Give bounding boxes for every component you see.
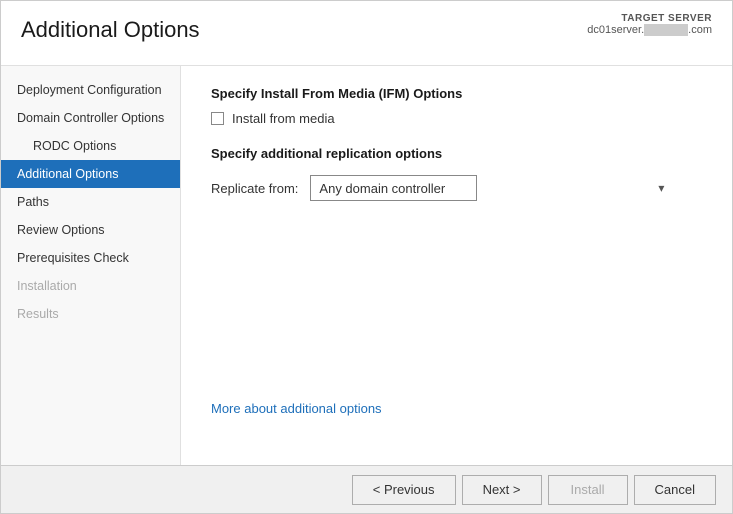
ifm-section-title: Specify Install From Media (IFM) Options [211, 86, 702, 101]
install-button: Install [548, 475, 628, 505]
page-title: Additional Options [21, 17, 200, 43]
more-about-additional-options-link[interactable]: More about additional options [211, 401, 382, 416]
next-button[interactable]: Next > [462, 475, 542, 505]
sidebar-item-installation: Installation [1, 272, 180, 300]
replicate-from-select[interactable]: Any domain controller Specific domain co… [310, 175, 477, 201]
target-server-value: dc01server.xxxxxxxx.com [587, 24, 712, 36]
target-server-label: TARGET SERVER [587, 13, 712, 24]
sidebar-item-domain-controller-options[interactable]: Domain Controller Options [1, 104, 180, 132]
cancel-button[interactable]: Cancel [634, 475, 716, 505]
install-from-media-row: Install from media [211, 111, 702, 126]
sidebar-item-additional-options[interactable]: Additional Options [1, 160, 180, 188]
install-from-media-checkbox[interactable] [211, 112, 224, 125]
header: Additional Options TARGET SERVER dc01ser… [1, 1, 732, 66]
sidebar-item-paths[interactable]: Paths [1, 188, 180, 216]
sidebar: Deployment Configuration Domain Controll… [1, 66, 181, 465]
body-container: Deployment Configuration Domain Controll… [1, 66, 732, 465]
previous-button[interactable]: < Previous [352, 475, 456, 505]
sidebar-item-prerequisites-check[interactable]: Prerequisites Check [1, 244, 180, 272]
replication-section-title: Specify additional replication options [211, 146, 702, 161]
sidebar-item-results: Results [1, 300, 180, 328]
target-server-info: TARGET SERVER dc01server.xxxxxxxx.com [587, 13, 712, 36]
sidebar-item-rodc-options[interactable]: RODC Options [1, 132, 180, 160]
replicate-from-label: Replicate from: [211, 181, 298, 196]
main-window: Additional Options TARGET SERVER dc01ser… [0, 0, 733, 514]
replicate-from-select-wrapper: Any domain controller Specific domain co… [310, 175, 670, 201]
sidebar-item-review-options[interactable]: Review Options [1, 216, 180, 244]
replicate-from-row: Replicate from: Any domain controller Sp… [211, 175, 702, 201]
content-area: Specify Install From Media (IFM) Options… [181, 66, 732, 465]
sidebar-item-deployment-configuration[interactable]: Deployment Configuration [1, 76, 180, 104]
install-from-media-label: Install from media [232, 111, 335, 126]
footer: < Previous Next > Install Cancel [1, 465, 732, 513]
